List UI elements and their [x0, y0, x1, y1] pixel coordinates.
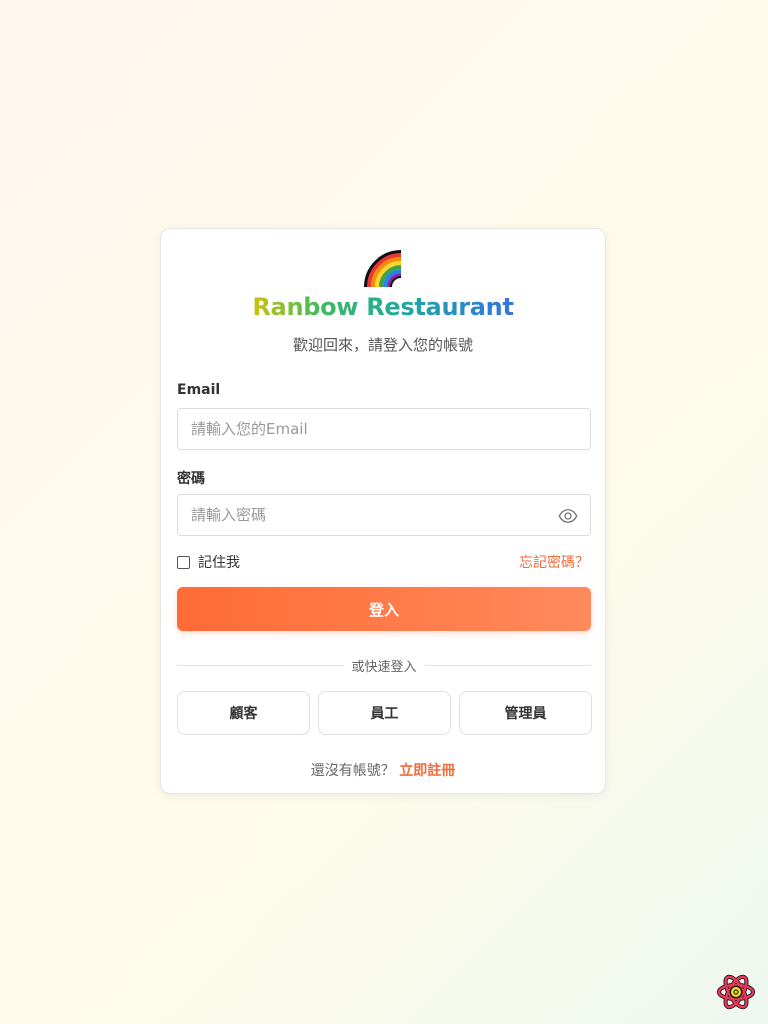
- quick-login-divider: 或快速登入: [177, 655, 592, 675]
- welcome-subtitle: 歡迎回來，請登入您的帳號: [292, 336, 473, 354]
- divider-line-left: [177, 664, 344, 666]
- password-field-wrapper: [177, 494, 591, 536]
- divider-line-right: [424, 664, 592, 666]
- login-button[interactable]: 登入: [177, 587, 591, 631]
- react-atom-icon[interactable]: [716, 972, 756, 1012]
- email-label: Email: [177, 382, 221, 398]
- quick-login-admin-button[interactable]: 管理員: [459, 691, 592, 735]
- email-field-wrapper: [177, 408, 591, 450]
- rainbow-icon: [364, 250, 402, 288]
- quick-login-customer-button[interactable]: 顧客: [177, 691, 310, 735]
- remember-checkbox[interactable]: [177, 555, 190, 569]
- signup-prompt: 還沒有帳號？ 立即註冊: [161, 760, 605, 780]
- password-field[interactable]: [178, 495, 590, 535]
- divider-text: 或快速登入: [351, 659, 417, 675]
- password-label: 密碼: [177, 471, 205, 487]
- login-card: Ranbow Restaurant 歡迎回來，請登入您的帳號 Email 密碼 …: [160, 228, 606, 794]
- signup-link[interactable]: 立即註冊: [399, 763, 455, 779]
- signup-prompt-text: 還沒有帳號？: [310, 763, 395, 779]
- remember-me[interactable]: 記住我: [177, 552, 240, 572]
- email-field[interactable]: [178, 409, 590, 449]
- quick-login-staff-button[interactable]: 員工: [318, 691, 451, 735]
- forgot-password-link[interactable]: 忘記密碼？: [519, 552, 589, 572]
- eye-icon[interactable]: [558, 506, 578, 526]
- app-title: Ranbow Restaurant: [161, 293, 605, 321]
- remember-label: 記住我: [198, 555, 240, 571]
